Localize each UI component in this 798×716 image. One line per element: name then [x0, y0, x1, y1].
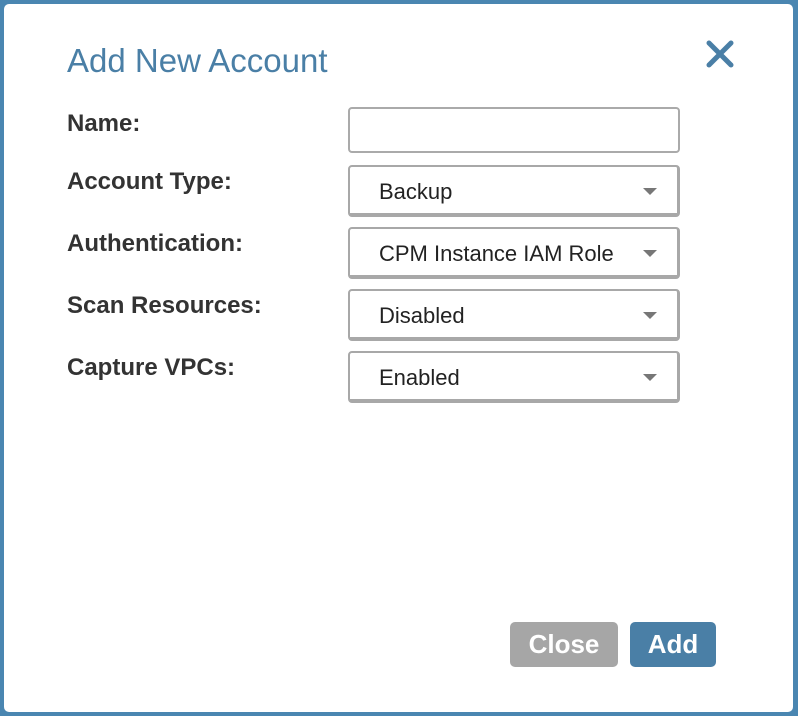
- name-input[interactable]: [348, 107, 680, 153]
- chevron-down-icon: [643, 374, 657, 381]
- close-icon[interactable]: [704, 38, 736, 70]
- account-type-value: Backup: [379, 179, 453, 204]
- scan-resources-label: Scan Resources:: [67, 292, 262, 319]
- chevron-down-icon: [643, 250, 657, 257]
- authentication-label: Authentication:: [67, 230, 243, 257]
- chevron-down-icon: [643, 312, 657, 319]
- add-account-dialog: Add New Account Name: Account Type: Back…: [4, 4, 793, 712]
- capture-vpcs-label: Capture VPCs:: [67, 354, 236, 381]
- authentication-select[interactable]: CPM Instance IAM Role: [348, 227, 680, 279]
- close-button[interactable]: Close: [510, 622, 618, 667]
- scan-resources-select[interactable]: Disabled: [348, 289, 680, 341]
- chevron-down-icon: [643, 188, 657, 195]
- account-type-select[interactable]: Backup: [348, 165, 680, 217]
- capture-vpcs-value: Enabled: [379, 365, 460, 390]
- dialog-title: Add New Account: [67, 42, 328, 79]
- name-label: Name:: [67, 110, 141, 137]
- add-button[interactable]: Add: [630, 622, 716, 667]
- authentication-value: CPM Instance IAM Role: [379, 241, 614, 266]
- account-type-label: Account Type:: [67, 168, 232, 195]
- scan-resources-value: Disabled: [379, 303, 465, 328]
- capture-vpcs-select[interactable]: Enabled: [348, 351, 680, 403]
